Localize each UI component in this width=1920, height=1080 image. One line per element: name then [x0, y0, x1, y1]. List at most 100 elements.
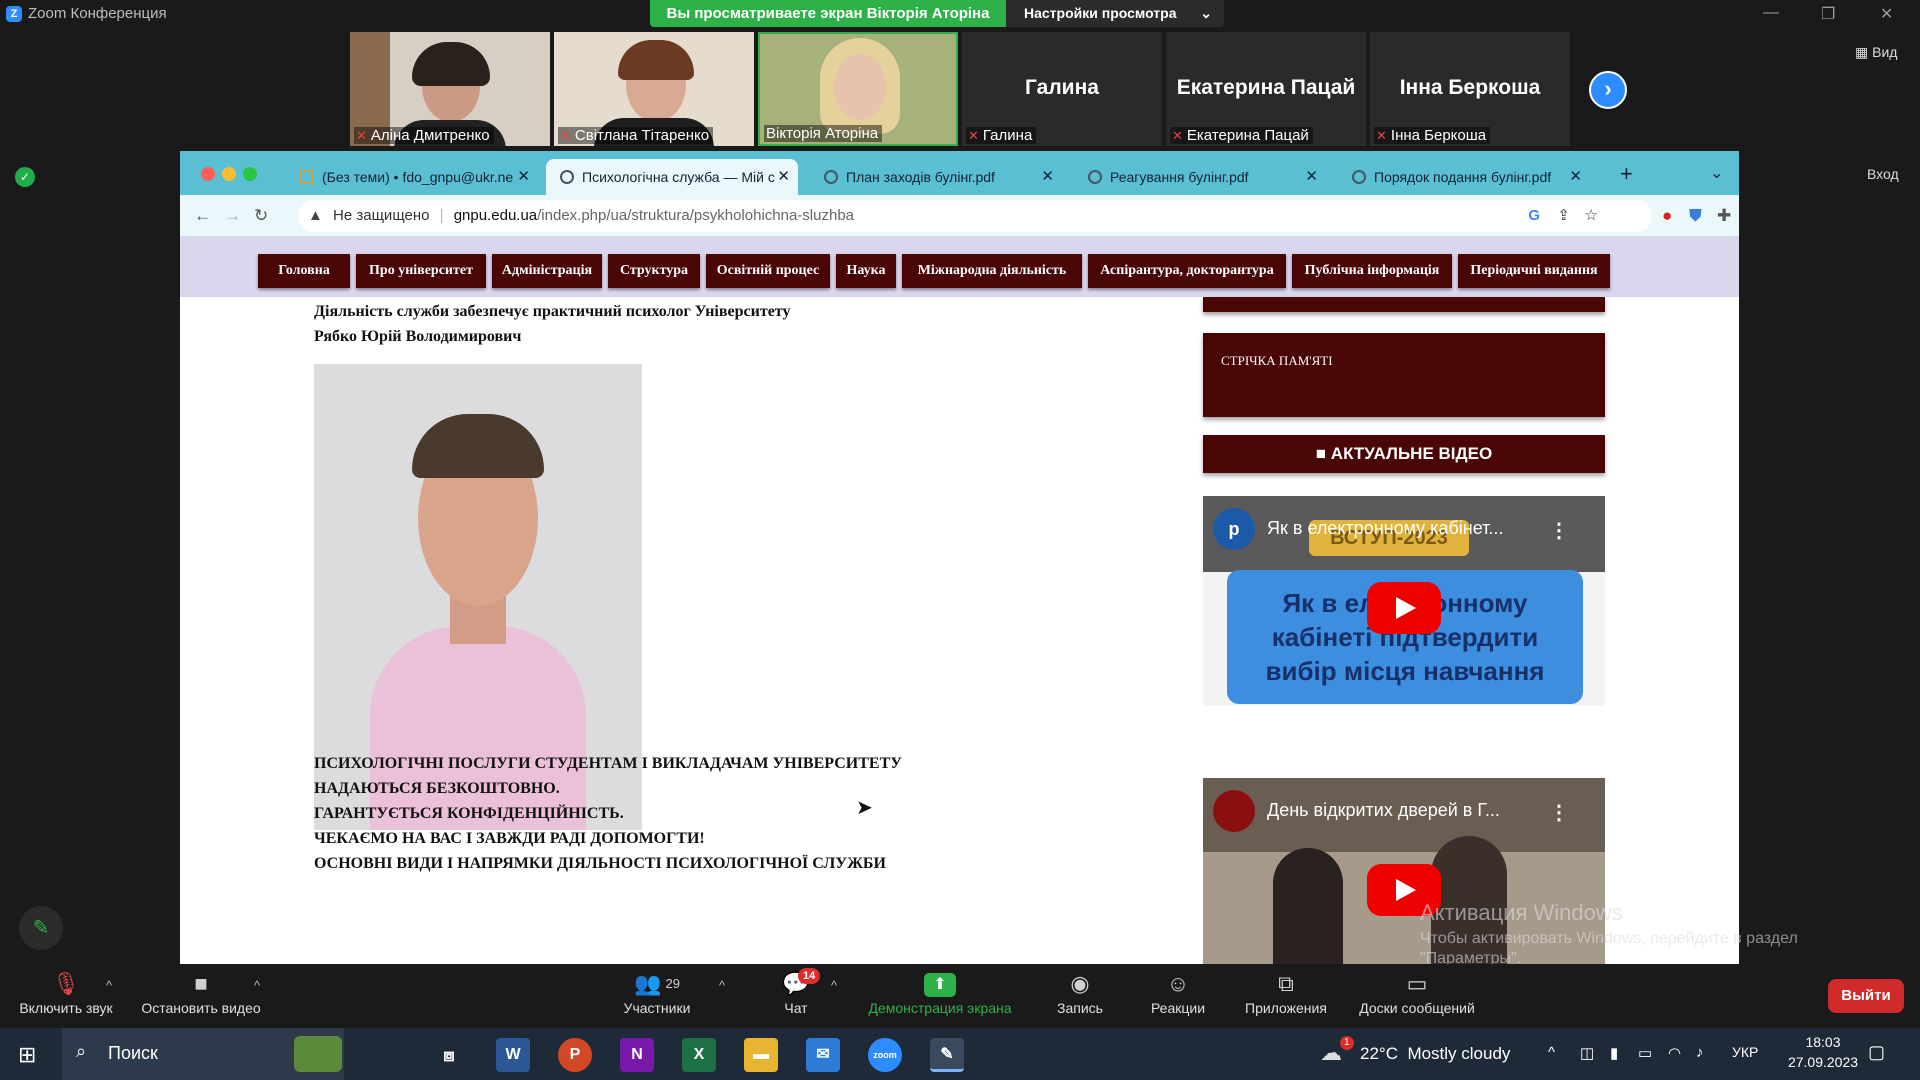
participant-name: Світлана Тітаренко [574, 127, 710, 144]
memory-ribbon-button[interactable]: СТРІЧКА ПАМ'ЯТІ [1203, 333, 1605, 417]
nav-item[interactable]: Освітній процес [706, 254, 830, 288]
mic-tray-icon[interactable]: ▮ [1610, 1044, 1618, 1062]
mic-muted-icon: ✕ [560, 128, 571, 143]
participant-name: Екатерина Пацай [1186, 127, 1309, 144]
current-video-header[interactable]: ■ АКТУАЛЬНЕ ВІДЕО [1203, 435, 1605, 473]
clock[interactable]: 18:03 27.09.2023 [1784, 1034, 1862, 1070]
tab-close-icon[interactable]: ✕ [1569, 159, 1582, 195]
traffic-zoom-icon[interactable] [243, 167, 257, 181]
unmute-button[interactable]: 🎙 Включить звук [8, 964, 124, 1028]
weather-cloud-icon[interactable]: ☁ 1 [1320, 1036, 1354, 1066]
browser-tab-active[interactable]: Психологічна служба — Мій с ✕ [546, 159, 798, 195]
close-icon[interactable]: ✕ [1880, 4, 1893, 24]
view-button[interactable]: ▦ Вид [1855, 44, 1897, 61]
traffic-close-icon[interactable] [201, 167, 215, 181]
bookmark-star-icon[interactable]: ☆ [1585, 200, 1598, 232]
leave-button[interactable]: Выйти [1828, 979, 1904, 1013]
participant-tile-active[interactable]: Вікторія Аторіна [758, 32, 958, 146]
weather-widget[interactable]: 22°C Mostly cloudy [1360, 1044, 1510, 1064]
tab-search-chevron-icon[interactable]: ⌄ [1710, 163, 1723, 183]
video-options-caret-icon[interactable]: ^ [254, 978, 260, 993]
tab-close-icon[interactable]: ✕ [777, 159, 790, 195]
minimize-icon[interactable]: — [1763, 4, 1779, 22]
nav-item[interactable]: Публічна інформація [1292, 254, 1452, 288]
onenote-icon[interactable]: N [620, 1038, 654, 1072]
zoom-logo-icon: Z [6, 6, 22, 22]
apps-button[interactable]: ⧉ Приложения [1234, 964, 1338, 1028]
browser-tab[interactable]: (Без теми) • fdo_gnpu@ukr.ne ✕ [286, 159, 538, 195]
back-arrow-icon[interactable]: ← [194, 206, 211, 226]
share-icon[interactable]: ⇪ [1557, 200, 1570, 232]
restore-icon[interactable]: ❐ [1821, 4, 1835, 24]
record-button[interactable]: ◉ Запись [1040, 964, 1120, 1028]
excel-icon[interactable]: X [682, 1038, 716, 1072]
tab-close-icon[interactable]: ✕ [1305, 159, 1318, 195]
powerpoint-icon[interactable]: P [558, 1038, 592, 1072]
zoom-app-icon[interactable]: zoom [868, 1038, 902, 1072]
camera-tray-icon[interactable]: ◫ [1580, 1044, 1594, 1062]
participant-tile[interactable]: Екатерина Пацай ✕ Екатерина Пацай [1166, 32, 1366, 146]
shield-extension-icon[interactable]: ⛊ [1689, 206, 1702, 226]
wifi-icon[interactable]: ◠ [1668, 1044, 1681, 1062]
participant-tile[interactable]: ✕ Світлана Тітаренко [554, 32, 754, 146]
play-button-icon[interactable] [1367, 582, 1441, 634]
more-options-icon[interactable]: ⋮ [1549, 800, 1569, 825]
tray-chevron-icon[interactable]: ^ [1548, 1044, 1555, 1061]
participant-tile[interactable]: Галина ✕ Галина [962, 32, 1162, 146]
whiteboards-button[interactable]: ▭ Доски сообщений [1348, 964, 1486, 1028]
chat-button[interactable]: 💬 14 Чат [760, 964, 832, 1028]
participants-button[interactable]: 👥 29 Участники [612, 964, 702, 1028]
browser-tab[interactable]: План заходів булінг.pdf ✕ [810, 159, 1062, 195]
notifications-icon[interactable]: ▢ [1868, 1042, 1885, 1063]
language-indicator[interactable]: УКР [1732, 1044, 1758, 1060]
stop-video-button[interactable]: ■ Остановить видео [136, 964, 266, 1028]
volume-icon[interactable]: ♪ [1696, 1044, 1704, 1061]
browser-tab[interactable]: Порядок подання булінг.pdf ✕ [1338, 159, 1590, 195]
task-view-icon[interactable]: ⧈ [432, 1038, 466, 1072]
extensions-puzzle-icon[interactable]: ✚ [1717, 206, 1731, 226]
tab-close-icon[interactable]: ✕ [517, 159, 530, 195]
intro-line: Діяльність служби забезпечує практичний … [314, 303, 791, 320]
nav-item[interactable]: Про університет [356, 254, 486, 288]
participant-tile[interactable]: ✕ Аліна Дмитренко [350, 32, 550, 146]
google-icon[interactable]: G [1528, 200, 1540, 232]
video-embed-1[interactable]: ВСТУП-2023 p Як в електронному кабінет...… [1203, 496, 1605, 706]
annotate-pencil-icon[interactable]: ✎ [19, 906, 63, 950]
sidebar-block-top[interactable] [1203, 297, 1605, 312]
windows-start-icon[interactable]: ⊞ [18, 1042, 36, 1068]
word-icon[interactable]: W [496, 1038, 530, 1072]
taskbar-search[interactable]: ⌕ Поиск [62, 1028, 344, 1080]
nav-item[interactable]: Головна [258, 254, 350, 288]
nav-item[interactable]: Періодичні видання [1458, 254, 1610, 288]
more-options-icon[interactable]: ⋮ [1549, 518, 1569, 543]
enter-button[interactable]: Вход [1867, 166, 1899, 182]
battery-icon[interactable]: ▭ [1638, 1044, 1652, 1062]
browser-tab[interactable]: Реагування булінг.pdf ✕ [1074, 159, 1326, 195]
participant-tile[interactable]: Інна Беркоша ✕ Інна Беркоша [1370, 32, 1570, 146]
new-tab-icon[interactable]: + [1620, 161, 1633, 187]
audio-options-caret-icon[interactable]: ^ [106, 978, 112, 993]
traffic-minimize-icon[interactable] [222, 167, 236, 181]
nav-item[interactable]: Наука [836, 254, 896, 288]
next-page-button[interactable]: › [1589, 71, 1627, 109]
nav-item[interactable]: Міжнародна діяльність [902, 254, 1082, 288]
security-shield-icon[interactable]: ✓ [15, 167, 35, 187]
participant-display-name: Галина [1025, 76, 1099, 99]
reactions-button[interactable]: ☺ Реакции [1136, 964, 1220, 1028]
tab-close-icon[interactable]: ✕ [1041, 159, 1054, 195]
tab-label: (Без теми) • fdo_gnpu@ukr.ne [322, 169, 514, 185]
mail-icon[interactable]: ✉ [806, 1038, 840, 1072]
opera-extension-icon[interactable]: ● [1662, 206, 1672, 226]
address-bar[interactable]: ▲ Не защищено | gnpu.edu.ua/index.php/ua… [298, 200, 1652, 232]
reload-icon[interactable]: ↻ [254, 206, 268, 226]
forward-arrow-icon[interactable]: → [224, 206, 241, 226]
paint-app-icon[interactable]: ✎ [930, 1038, 964, 1072]
participants-caret-icon[interactable]: ^ [719, 978, 725, 993]
nav-item[interactable]: Адміністрація [492, 254, 602, 288]
view-options-button[interactable]: Настройки просмотра ⌄ [1006, 0, 1224, 27]
chat-caret-icon[interactable]: ^ [831, 978, 837, 993]
nav-item[interactable]: Аспірантура, докторантура [1088, 254, 1286, 288]
file-explorer-icon[interactable]: ▬ [744, 1038, 778, 1072]
nav-item[interactable]: Структура [608, 254, 700, 288]
share-screen-button[interactable]: ⬆ Демонстрация экрана [856, 964, 1024, 1028]
